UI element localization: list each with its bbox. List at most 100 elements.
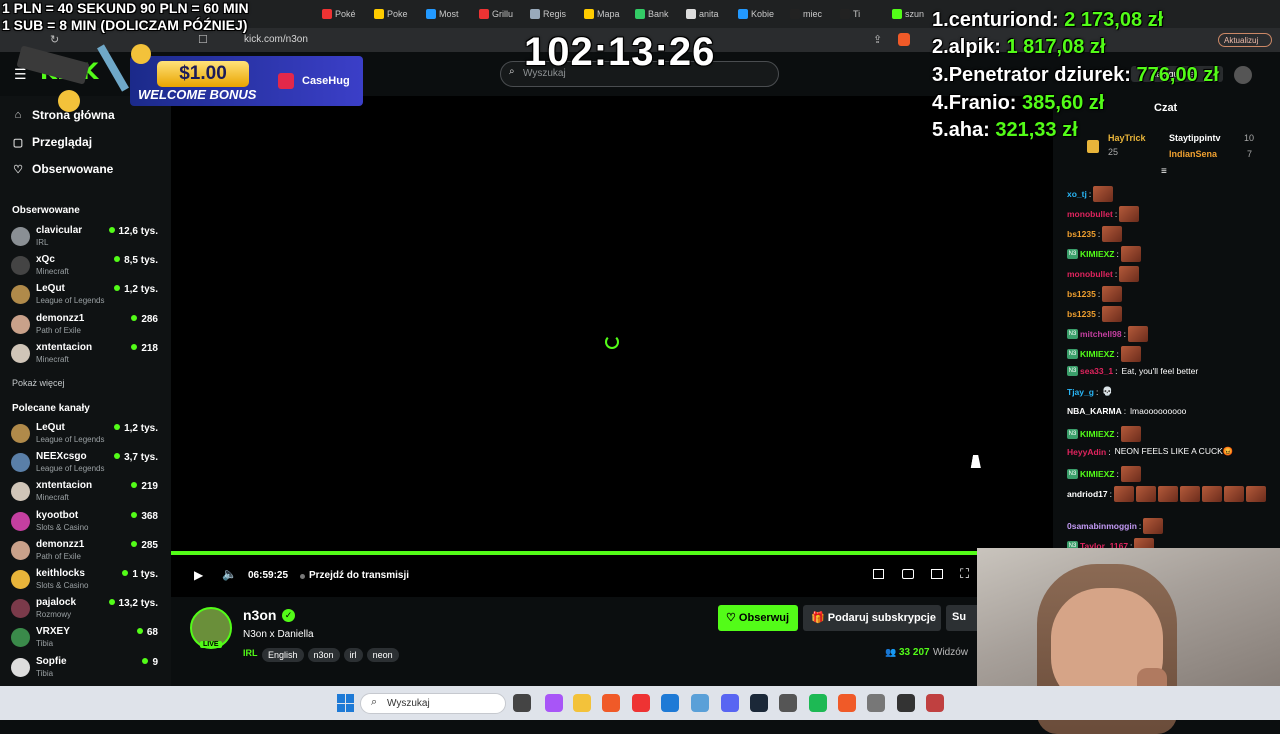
browser-tab[interactable]: Poké <box>322 6 356 22</box>
go-live-button[interactable]: Przejdź do transmisji <box>309 570 409 581</box>
chat-emote-icon <box>1093 186 1114 202</box>
sidebar-channel[interactable]: xQc Minecraft 8,5 tys. <box>11 254 161 280</box>
top-gifter-2-name[interactable]: Staytippintv <box>1169 133 1221 143</box>
top-gifter-3-name[interactable]: IndianSena <box>1169 149 1217 159</box>
channel-name: NEEXcsgo <box>36 451 87 463</box>
sidebar-nav-item[interactable]: ♡ Obserwowane <box>12 162 113 176</box>
user-avatar[interactable] <box>1234 66 1252 84</box>
tab-label: Bank <box>648 9 669 19</box>
follow-button[interactable]: ♡ Obserwuj <box>718 605 798 631</box>
windows-start-icon[interactable] <box>337 694 355 712</box>
sidebar-channel[interactable]: Sopfie Tibia 9 <box>11 656 161 682</box>
chat-username[interactable]: 0samabinmoggin <box>1067 521 1137 531</box>
stream-tag[interactable]: neon <box>366 648 399 662</box>
spotify-icon[interactable] <box>809 694 827 712</box>
gift-subscriptions-button[interactable]: 🎁 Podaruj subskrypcje <box>803 605 941 631</box>
sidebar-channel[interactable]: kyootbot Slots & Casino 368 <box>11 510 161 536</box>
chat-username[interactable]: andriod17 <box>1067 489 1108 499</box>
browser-tab[interactable]: Grillu <box>479 6 513 22</box>
update-button[interactable]: Aktualizuj <box>1218 33 1272 47</box>
browser-tab[interactable]: Poke <box>374 6 408 22</box>
chat-username[interactable]: monobullet <box>1067 209 1113 219</box>
brave-shield-icon[interactable] <box>898 33 910 46</box>
fullscreen-icon[interactable]: ⛶ <box>960 566 969 582</box>
sidebar-channel[interactable]: xntentacion Minecraft 219 <box>11 480 161 506</box>
sidebar-nav-item[interactable]: ▢ Przeglądaj <box>12 135 92 149</box>
video-player[interactable] <box>171 96 1053 551</box>
theater-mode-icon[interactable] <box>931 569 943 579</box>
chat-username[interactable]: NBA_KARMA <box>1067 406 1122 416</box>
browser-tab[interactable]: Ti <box>840 6 860 22</box>
sidebar-channel[interactable]: xntentacion Minecraft 218 <box>11 342 161 368</box>
sidebar-channel[interactable]: keithlocks Slots & Casino 1 tys. <box>11 568 161 594</box>
calculator-icon[interactable] <box>779 694 797 712</box>
browser-tab[interactable]: Kobie <box>738 6 774 22</box>
stream-category[interactable]: IRL <box>243 648 258 658</box>
notepad-icon[interactable] <box>691 694 709 712</box>
browser-tab[interactable]: Mapa <box>584 6 620 22</box>
file-explorer-icon[interactable] <box>573 694 591 712</box>
browser-tab[interactable]: anita <box>686 6 719 22</box>
chat-username[interactable]: KIMIEXZ <box>1080 469 1114 479</box>
sidebar-channel[interactable]: pajalock Rozmowy 13,2 tys. <box>11 597 161 623</box>
chat-username[interactable]: monobullet <box>1067 269 1113 279</box>
coin-2-icon <box>131 44 151 64</box>
chat-username[interactable]: bs1235 <box>1067 229 1096 239</box>
sidebar-channel[interactable]: LeQut League of Legends 1,2 tys. <box>11 283 161 309</box>
chat-username[interactable]: Tjay_g <box>1067 387 1094 397</box>
subscribe-button[interactable]: Su <box>946 605 977 631</box>
copilot-icon[interactable] <box>545 694 563 712</box>
obs-icon[interactable] <box>897 694 915 712</box>
play-icon[interactable]: ▶ <box>194 568 203 582</box>
browser-tab[interactable]: Bank <box>635 6 669 22</box>
sidebar-channel[interactable]: demonzz1 Path of Exile 285 <box>11 539 161 565</box>
sidebar-channel[interactable]: LeQut League of Legends 1,2 tys. <box>11 422 161 448</box>
collapse-icon[interactable]: ≡ <box>1161 166 1167 177</box>
sidebar-channel[interactable]: NEEXcsgo League of Legends 3,7 tys. <box>11 451 161 477</box>
leaderboard-rank: 4. <box>932 92 949 114</box>
browser-tab[interactable]: szun <box>892 6 924 22</box>
top-gifter-1-name[interactable]: HayTrick <box>1108 133 1146 143</box>
leaderboard-rank: 3. <box>932 64 949 86</box>
chat-username[interactable]: KIMIEXZ <box>1080 249 1114 259</box>
show-more-link[interactable]: Pokaż więcej <box>12 378 65 388</box>
brave-icon[interactable] <box>602 694 620 712</box>
share-icon[interactable]: ⇪ <box>873 33 882 46</box>
steam-icon[interactable] <box>750 694 768 712</box>
taskview-icon[interactable] <box>513 694 531 712</box>
sidebar-channel[interactable]: clavicular IRL 12,6 tys. <box>11 225 161 251</box>
chat-username[interactable]: KIMIEXZ <box>1080 429 1114 439</box>
settings-icon[interactable] <box>867 694 885 712</box>
leaderboard-entry: 2.alpik: 1 817,08 zł <box>932 36 1105 59</box>
chat-username[interactable]: mitchell98 <box>1080 329 1122 339</box>
chat-username[interactable]: KIMIEXZ <box>1080 349 1114 359</box>
brave-2-icon[interactable] <box>838 694 856 712</box>
browser-tab[interactable]: miec <box>790 6 822 22</box>
chat-username[interactable]: bs1235 <box>1067 289 1096 299</box>
bookmark-icon[interactable]: ☐ <box>198 33 208 46</box>
clip-icon[interactable] <box>902 569 914 579</box>
app-icon[interactable] <box>926 694 944 712</box>
browser-tab[interactable]: Most <box>426 6 459 22</box>
channel-name[interactable]: n3on <box>243 607 276 623</box>
chat-username[interactable]: bs1235 <box>1067 309 1096 319</box>
store-icon[interactable] <box>661 694 679 712</box>
stream-tag[interactable]: English <box>262 648 304 662</box>
stream-tag[interactable]: irl <box>343 648 363 662</box>
discord-icon[interactable] <box>721 694 739 712</box>
chat-separator: : <box>1116 469 1119 479</box>
taskbar-search[interactable]: ⌕ Wyszukaj <box>360 693 506 714</box>
chat-separator: : <box>1097 309 1101 319</box>
volume-icon[interactable]: 🔈 <box>222 567 237 581</box>
sidebar-channel[interactable]: demonzz1 Path of Exile 286 <box>11 313 161 339</box>
channel-viewers: 1,2 tys. <box>114 284 158 295</box>
chat-username[interactable]: sea33_1 <box>1080 366 1113 376</box>
miniplayer-icon[interactable] <box>873 569 884 579</box>
chat-username[interactable]: xo_tj <box>1067 189 1087 199</box>
stream-tag[interactable]: n3on <box>307 648 340 662</box>
url-text[interactable]: kick.com/n3on <box>244 34 308 45</box>
chat-username[interactable]: HeyyAdin <box>1067 447 1106 457</box>
sidebar-channel[interactable]: VRXEY Tibia 68 <box>11 626 161 652</box>
browser-tab[interactable]: Regis <box>530 6 566 22</box>
chrome-icon[interactable] <box>632 694 650 712</box>
